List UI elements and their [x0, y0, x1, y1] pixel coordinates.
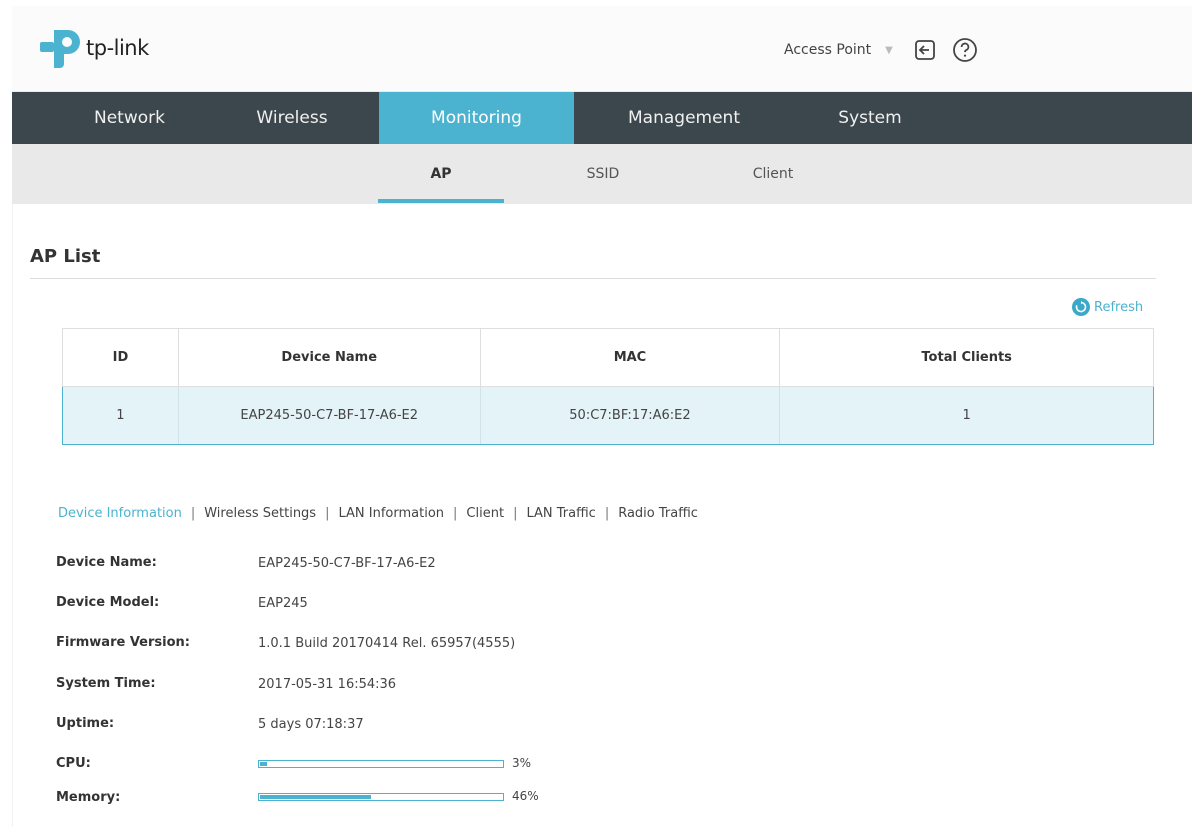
device-name-value: EAP245-50-C7-BF-17-A6-E2 — [258, 556, 436, 571]
cpu-usage-bar — [258, 760, 504, 768]
cpu-usage-value: 3% — [512, 756, 532, 770]
nav-tab-monitoring[interactable]: Monitoring — [379, 92, 574, 144]
mode-select-value: Access Point — [784, 42, 872, 58]
tab-lan-traffic[interactable]: LAN Traffic — [526, 506, 595, 521]
content-left-border — [12, 204, 13, 827]
ap-list-table: ID Device Name MAC Total Clients 1 EAP24… — [62, 328, 1154, 445]
help-icon[interactable] — [951, 36, 979, 64]
cell-total-clients: 1 — [779, 386, 1154, 445]
refresh-button[interactable]: Refresh — [1072, 298, 1143, 316]
refresh-icon — [1072, 298, 1090, 316]
firmware-version-label: Firmware Version: — [56, 635, 190, 650]
tab-device-information[interactable]: Device Information — [58, 506, 182, 521]
header-actions: Access Point ▼ — [778, 36, 979, 64]
tab-client[interactable]: Client — [466, 506, 504, 521]
memory-label: Memory: — [56, 790, 121, 805]
device-model-value: EAP245 — [258, 596, 308, 611]
section-title: AP List — [30, 246, 101, 267]
device-detail-tabs: Device Information | Wireless Settings |… — [58, 506, 698, 521]
tab-separator: | — [604, 506, 610, 521]
cell-device-name: EAP245-50-C7-BF-17-A6-E2 — [177, 386, 481, 445]
device-name-label: Device Name: — [56, 555, 157, 570]
tab-lan-information[interactable]: LAN Information — [338, 506, 444, 521]
column-header-device-name[interactable]: Device Name — [177, 328, 481, 387]
column-header-total-clients[interactable]: Total Clients — [779, 328, 1154, 387]
column-header-mac[interactable]: MAC — [479, 328, 781, 387]
firmware-version-value: 1.0.1 Build 20170414 Rel. 65957(4555) — [258, 636, 516, 651]
tab-separator: | — [325, 506, 330, 521]
refresh-label: Refresh — [1094, 299, 1144, 315]
tp-link-logo[interactable]: tp-link — [38, 26, 149, 70]
system-time-value: 2017-05-31 16:54:36 — [258, 677, 397, 692]
mode-select[interactable]: Access Point ▼ — [778, 38, 899, 62]
header: tp-link Access Point ▼ — [12, 6, 1192, 92]
uptime-value: 5 days 07:18:37 — [258, 717, 364, 732]
main-nav: Network Wireless Monitoring Management S… — [12, 92, 1192, 144]
cell-id: 1 — [62, 386, 179, 445]
tab-separator: | — [190, 506, 196, 521]
cell-mac: 50:C7:BF:17:A6:E2 — [479, 386, 781, 445]
nav-tab-system[interactable]: System — [790, 92, 950, 144]
device-model-label: Device Model: — [56, 595, 160, 610]
tp-link-logo-mark — [38, 26, 84, 70]
nav-tab-wireless[interactable]: Wireless — [197, 92, 387, 144]
subtab-ap[interactable]: AP — [378, 144, 504, 204]
memory-usage-fill — [260, 795, 371, 799]
nav-tab-management[interactable]: Management — [584, 92, 784, 144]
memory-usage-value: 46% — [512, 789, 539, 803]
cpu-usage-fill — [260, 762, 267, 766]
section-divider — [30, 278, 1156, 279]
column-header-id[interactable]: ID — [62, 328, 179, 387]
memory-usage-bar — [258, 793, 504, 801]
chevron-down-icon: ▼ — [885, 44, 893, 56]
table-row[interactable]: 1 EAP245-50-C7-BF-17-A6-E2 50:C7:BF:17:A… — [62, 386, 1154, 445]
tab-radio-traffic[interactable]: Radio Traffic — [618, 506, 698, 521]
tab-separator: | — [453, 506, 458, 521]
tab-separator: | — [513, 506, 518, 521]
system-time-label: System Time: — [56, 676, 156, 691]
tab-wireless-settings[interactable]: Wireless Settings — [204, 506, 316, 521]
cpu-label: CPU: — [56, 756, 91, 771]
uptime-label: Uptime: — [56, 716, 115, 731]
sub-nav: AP SSID Client — [12, 144, 1192, 204]
table-header-row: ID Device Name MAC Total Clients — [62, 328, 1154, 387]
active-subtab-indicator — [378, 199, 504, 203]
subtab-client[interactable]: Client — [718, 144, 828, 204]
subtab-ssid[interactable]: SSID — [548, 144, 658, 204]
logout-icon[interactable] — [911, 36, 939, 64]
brand-name: tp-link — [86, 36, 149, 60]
